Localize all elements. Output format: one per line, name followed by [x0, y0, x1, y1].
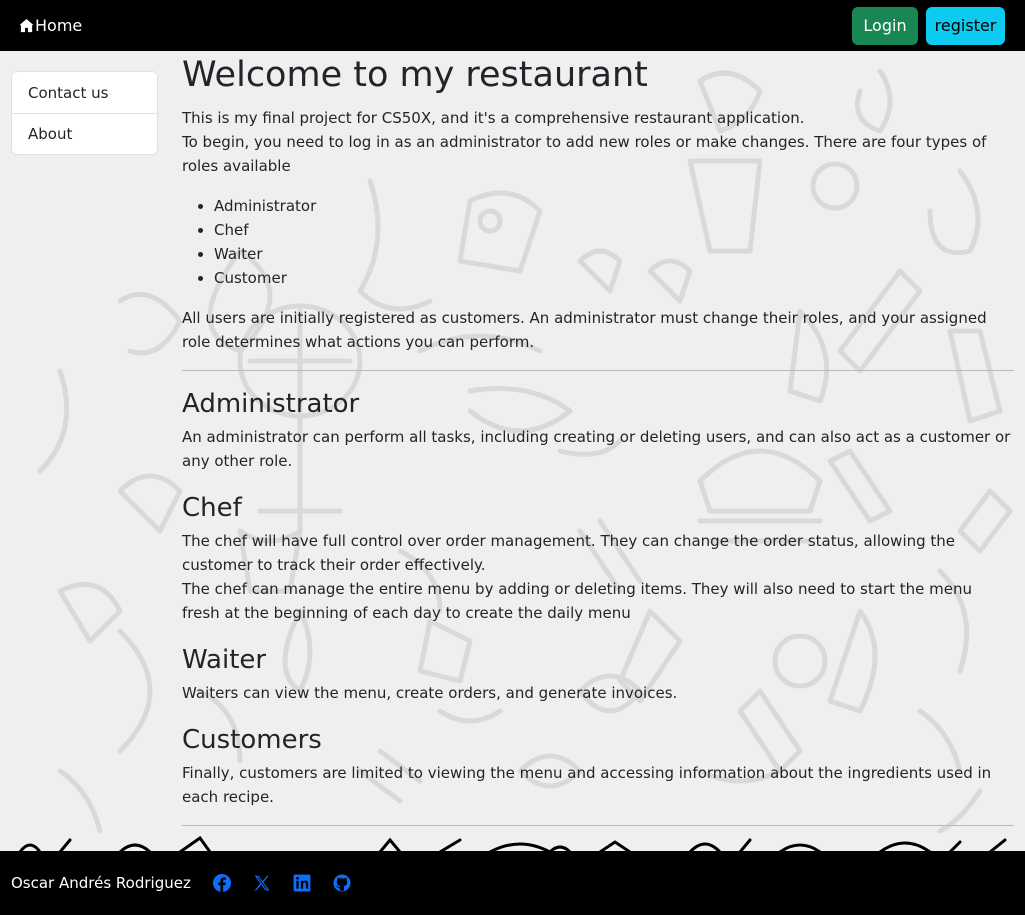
register-button[interactable]: register — [926, 6, 1005, 45]
section-heading: Customers — [182, 725, 322, 755]
section-divider — [182, 370, 1014, 371]
sidebar-item-about[interactable]: About — [12, 113, 157, 154]
section-paragraph: Finally, customers are limited to viewin… — [182, 764, 992, 806]
home-label: Home — [35, 16, 83, 35]
section-divider — [182, 825, 1014, 826]
home-link[interactable]: Home — [19, 16, 82, 35]
linkedin-icon[interactable] — [293, 874, 311, 892]
section-heading: Chef — [182, 493, 242, 523]
section-heading: Waiter — [182, 645, 267, 675]
intro-paragraph-2: To begin, you need to log in as an admin… — [182, 133, 987, 175]
section-chef: Chef The chef will have full control ove… — [182, 493, 1014, 625]
facebook-icon[interactable] — [212, 874, 231, 892]
main-content: Welcome to my restaurant This is my fina… — [182, 54, 1014, 826]
roles-list: Administrator Chef Waiter Customer — [214, 194, 1014, 290]
top-navbar: Home Login register — [0, 0, 1025, 51]
home-icon — [19, 18, 34, 33]
list-item: Customer — [214, 266, 1014, 290]
author-name: Oscar Andrés Rodriguez — [11, 874, 191, 892]
sidebar-nav: Contact us About — [11, 71, 158, 155]
section-paragraph: The chef will have full control over ord… — [182, 532, 956, 574]
intro-paragraph-3: All users are initially registered as cu… — [182, 309, 987, 351]
section-paragraph: An administrator can perform all tasks, … — [182, 428, 1011, 470]
auth-actions: Login register — [852, 6, 1005, 45]
login-button[interactable]: Login — [852, 6, 918, 45]
github-icon[interactable] — [333, 874, 351, 892]
intro-paragraph-1: This is my final project for CS50X, and … — [182, 109, 805, 127]
section-customers: Customers Finally, customers are limited… — [182, 725, 1014, 809]
section-paragraph: The chef can manage the entire menu by a… — [182, 580, 972, 622]
section-waiter: Waiter Waiters can view the menu, create… — [182, 645, 1014, 705]
list-item: Administrator — [214, 194, 1014, 218]
social-links — [212, 874, 351, 892]
x-twitter-icon[interactable] — [253, 874, 271, 892]
sidebar-item-contact-us[interactable]: Contact us — [12, 72, 157, 113]
section-paragraph: Waiters can view the menu, create orders… — [182, 684, 678, 702]
page-title: Welcome to my restaurant — [182, 55, 648, 95]
footer-doodle-strip — [18, 836, 1007, 852]
section-administrator: Administrator An administrator can perfo… — [182, 389, 1014, 473]
list-item: Waiter — [214, 242, 1014, 266]
list-item: Chef — [214, 218, 1014, 242]
page-footer: Oscar Andrés Rodriguez — [0, 851, 1025, 915]
section-heading: Administrator — [182, 389, 360, 419]
